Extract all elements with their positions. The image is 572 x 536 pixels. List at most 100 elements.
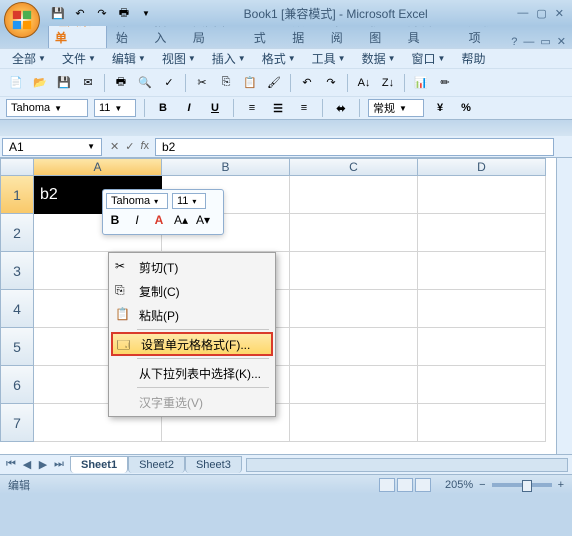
qat-dropdown-icon[interactable]: ▼ — [138, 5, 154, 21]
copy-icon[interactable]: ⎘ — [216, 73, 236, 93]
maximize-button[interactable]: ▢ — [536, 7, 546, 20]
enter-edit-icon[interactable]: ✓ — [125, 140, 134, 153]
mdi-restore[interactable]: ▭ — [540, 35, 550, 48]
first-sheet-icon[interactable]: ⏮ — [4, 458, 18, 471]
row-header[interactable]: 3 — [0, 252, 34, 290]
underline-button[interactable]: U — [205, 98, 225, 118]
help-icon[interactable]: ? — [511, 36, 517, 48]
col-header-b[interactable]: B — [162, 158, 290, 176]
spell-icon[interactable]: ✓ — [159, 73, 179, 93]
menu-insert[interactable]: 插入▼ — [206, 48, 252, 69]
cell[interactable] — [290, 176, 418, 214]
mini-font-combo[interactable]: Tahoma▾ — [106, 193, 168, 209]
ctx-copy[interactable]: ⎘复制(C) — [111, 279, 273, 303]
mini-bold[interactable]: B — [106, 211, 124, 229]
worksheet-grid[interactable]: A B C D 1b2 2 3 4 5 6 7 — [0, 158, 572, 454]
formula-input[interactable]: b2 — [155, 138, 554, 156]
cell[interactable] — [290, 290, 418, 328]
row-header[interactable]: 1 — [0, 176, 34, 214]
redo-icon[interactable]: ↷ — [94, 5, 110, 21]
row-header[interactable]: 6 — [0, 366, 34, 404]
zoom-out-icon[interactable]: − — [479, 479, 485, 491]
font-size-combo[interactable]: 11▼ — [94, 99, 136, 117]
fx-icon[interactable]: fx — [140, 140, 149, 153]
ctx-pick-from-list[interactable]: 从下拉列表中选择(K)... — [111, 361, 273, 385]
merge-icon[interactable]: ⬌ — [331, 98, 351, 118]
cell[interactable] — [418, 176, 546, 214]
mini-grow-font[interactable]: A▴ — [172, 211, 190, 229]
menu-view[interactable]: 视图▼ — [156, 48, 202, 69]
cell[interactable] — [418, 252, 546, 290]
zoom-in-icon[interactable]: + — [558, 479, 564, 491]
menu-format[interactable]: 格式▼ — [256, 48, 302, 69]
menu-all[interactable]: 全部▼ — [6, 48, 52, 69]
undo-icon[interactable]: ↶ — [72, 5, 88, 21]
menu-window[interactable]: 窗口▼ — [406, 48, 452, 69]
print-btn-icon[interactable]: 🖶 — [111, 73, 131, 93]
currency-icon[interactable]: ¥ — [430, 98, 450, 118]
menu-file[interactable]: 文件▼ — [56, 48, 102, 69]
horizontal-scrollbar[interactable] — [246, 458, 568, 472]
cell[interactable] — [290, 252, 418, 290]
format-painter-icon[interactable]: 🖌 — [264, 73, 284, 93]
cell[interactable] — [418, 328, 546, 366]
print-icon[interactable]: 🖶 — [116, 5, 132, 21]
select-all-corner[interactable] — [0, 158, 34, 176]
mini-font-color[interactable]: A — [150, 211, 168, 229]
sort-asc-icon[interactable]: A↓ — [354, 73, 374, 93]
save-btn-icon[interactable]: 💾 — [54, 73, 74, 93]
col-header-d[interactable]: D — [418, 158, 546, 176]
col-header-a[interactable]: A — [34, 158, 162, 176]
ctx-format-cells[interactable]: 🗔设置单元格格式(F)... — [111, 332, 273, 356]
sort-desc-icon[interactable]: Z↓ — [378, 73, 398, 93]
bold-button[interactable]: B — [153, 98, 173, 118]
font-name-combo[interactable]: Tahoma▼ — [6, 99, 88, 117]
normal-view-icon[interactable] — [379, 478, 395, 492]
new-icon[interactable]: 📄 — [6, 73, 26, 93]
menu-help[interactable]: 帮助 — [455, 48, 491, 69]
preview-icon[interactable]: 🔍 — [135, 73, 155, 93]
mdi-minimize[interactable]: — — [523, 36, 534, 48]
menu-tools[interactable]: 工具▼ — [306, 48, 352, 69]
style-combo[interactable]: 常规▼ — [368, 99, 424, 117]
mini-shrink-font[interactable]: A▾ — [194, 211, 212, 229]
chart-icon[interactable]: 📊 — [411, 73, 431, 93]
ctx-cut[interactable]: ✂剪切(T) — [111, 255, 273, 279]
paste-icon[interactable]: 📋 — [240, 73, 260, 93]
open-icon[interactable]: 📂 — [30, 73, 50, 93]
cell[interactable] — [290, 214, 418, 252]
align-center-icon[interactable]: ☰ — [268, 98, 288, 118]
row-header[interactable]: 7 — [0, 404, 34, 442]
row-header[interactable]: 2 — [0, 214, 34, 252]
cell[interactable] — [290, 366, 418, 404]
page-layout-view-icon[interactable] — [397, 478, 413, 492]
cancel-edit-icon[interactable]: ✕ — [110, 140, 119, 153]
sheet-tab-2[interactable]: Sheet2 — [128, 456, 185, 473]
close-button[interactable]: ✕ — [555, 7, 564, 20]
zoom-slider[interactable] — [492, 483, 552, 487]
menu-data[interactable]: 数据▼ — [356, 48, 402, 69]
zoom-level[interactable]: 205% — [445, 479, 473, 491]
minimize-button[interactable]: — — [517, 7, 528, 20]
save-icon[interactable]: 💾 — [50, 5, 66, 21]
cut-icon[interactable]: ✂ — [192, 73, 212, 93]
row-header[interactable]: 4 — [0, 290, 34, 328]
col-header-c[interactable]: C — [290, 158, 418, 176]
undo-btn-icon[interactable]: ↶ — [297, 73, 317, 93]
cell[interactable] — [418, 290, 546, 328]
cell[interactable] — [418, 366, 546, 404]
prev-sheet-icon[interactable]: ◀ — [20, 458, 34, 471]
last-sheet-icon[interactable]: ⏭ — [52, 458, 66, 471]
mini-italic[interactable]: I — [128, 211, 146, 229]
menu-edit[interactable]: 编辑▼ — [106, 48, 152, 69]
office-button[interactable] — [4, 2, 40, 38]
cell[interactable] — [290, 404, 418, 442]
italic-button[interactable]: I — [179, 98, 199, 118]
cell[interactable] — [290, 328, 418, 366]
percent-icon[interactable]: % — [456, 98, 476, 118]
row-header[interactable]: 5 — [0, 328, 34, 366]
mdi-close[interactable]: ✕ — [557, 35, 566, 48]
sheet-tab-1[interactable]: Sheet1 — [70, 456, 128, 473]
cell[interactable] — [418, 404, 546, 442]
align-left-icon[interactable]: ≡ — [242, 98, 262, 118]
